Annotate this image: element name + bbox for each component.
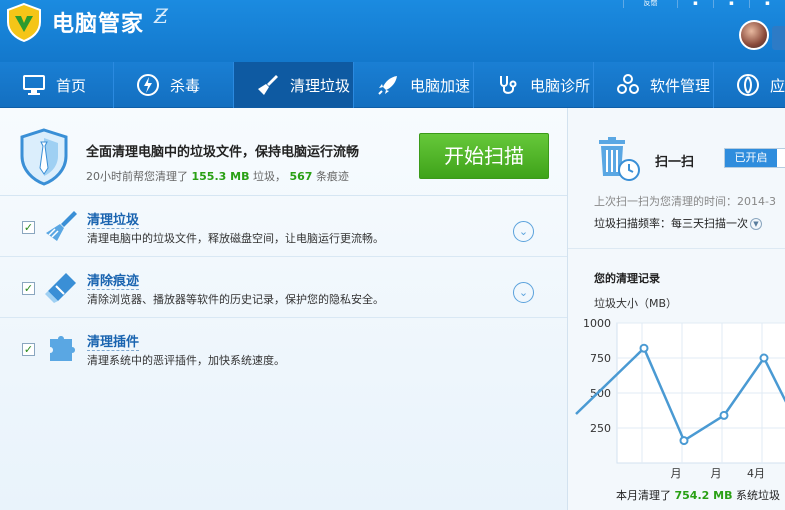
clean-banner: 全面清理电脑中的垃圾文件，保持电脑运行流畅 20小时前帮您清理了 155.3 M… — [0, 108, 567, 196]
x-tick-label: 月 — [671, 467, 682, 480]
month-prefix: 本月清理了 — [616, 489, 671, 502]
broom-icon — [46, 211, 77, 241]
summary-suffix: 条痕迹 — [315, 170, 349, 183]
monitor-icon — [22, 73, 46, 97]
divider — [568, 248, 785, 249]
summary-mid: 垃圾， — [252, 170, 286, 183]
month-summary: 本月清理了 754.2 MB 系统垃圾 — [616, 487, 780, 503]
row-title[interactable]: 清理垃圾 — [87, 209, 140, 229]
list-item: ✓ 清理垃圾 清理电脑中的垃圾文件，释放磁盘空间，让电脑运行更流畅。 ⌄ — [0, 197, 567, 257]
tab-label: 首页 — [56, 76, 87, 95]
chevron-down-icon[interactable]: ⌄ — [513, 221, 534, 242]
tab-label: 电脑诊所 — [530, 76, 591, 95]
antivirus-icon — [136, 73, 160, 97]
tab-home[interactable]: 首页 — [0, 62, 114, 108]
trash-clock-icon — [599, 137, 640, 181]
chevron-down-icon[interactable]: ▼ — [750, 218, 762, 230]
window-controls: 反馈 ▪ ▪ ▪ — [623, 0, 785, 8]
app-signature: Ƶ — [154, 4, 168, 28]
shield-logo-icon — [7, 2, 41, 42]
last-scan-time: 上次扫一扫为您清理的时间：2014-3 — [594, 195, 776, 208]
month-size: 754.2 MB — [674, 489, 733, 502]
app-icon — [736, 73, 760, 97]
tab-label: 清理垃圾 — [290, 76, 351, 95]
tab-label: 应 — [770, 76, 785, 95]
toggle-on-label: 已开启 — [725, 149, 777, 167]
shield-tie-icon — [20, 128, 68, 186]
account-tab[interactable] — [772, 26, 785, 50]
cleaned-size: 155.3 MB — [191, 170, 250, 183]
row-desc: 清理电脑中的垃圾文件，释放磁盘空间，让电脑运行更流畅。 — [87, 232, 384, 245]
main-nav: 首页 杀毒 清理垃圾 电脑加速 电脑诊所 软件管理 应 — [0, 62, 785, 108]
data-point — [759, 353, 769, 363]
minimize-button[interactable]: ▪ — [713, 0, 749, 8]
scan-side-panel: 扫一扫 已开启 上次扫一扫为您清理的时间：2014-3 垃圾扫描频率：每三天扫描… — [567, 108, 785, 510]
data-point — [679, 436, 689, 446]
quick-scan-label: 扫一扫 — [655, 155, 695, 170]
data-point — [639, 343, 649, 353]
data-point — [719, 410, 729, 420]
list-item: ✓ 清理插件 清理系统中的恶评插件，加快系统速度。 — [0, 319, 567, 379]
quick-scan-toggle[interactable]: 已开启 — [724, 148, 785, 168]
banner-summary: 20小时前帮您清理了 155.3 MB 垃圾， 567 条痕迹 — [86, 168, 349, 184]
row-title[interactable]: 清除痕迹 — [87, 270, 140, 290]
chevron-down-icon[interactable]: ⌄ — [513, 282, 534, 303]
close-button[interactable]: ▪ — [749, 0, 785, 8]
clean-plugins-checkbox[interactable]: ✓ — [22, 343, 35, 356]
avatar[interactable] — [739, 20, 769, 50]
banner-title: 全面清理电脑中的垃圾文件，保持电脑运行流畅 — [86, 145, 360, 160]
traces-count: 567 — [289, 170, 313, 183]
tab-label: 电脑加速 — [410, 76, 471, 95]
tab-label: 软件管理 — [650, 76, 711, 95]
summary-prefix: 20小时前帮您清理了 — [86, 170, 188, 183]
tab-label: 杀毒 — [170, 76, 201, 95]
row-desc: 清理系统中的恶评插件，加快系统速度。 — [87, 354, 285, 367]
tab-clinic[interactable]: 电脑诊所 — [474, 62, 594, 108]
puzzle-icon — [50, 336, 75, 361]
list-item: ✓ 清除痕迹 清除浏览器、播放器等软件的历史记录，保护您的隐私安全。 ⌄ — [0, 258, 567, 318]
stethoscope-icon — [496, 73, 520, 97]
software-icon — [616, 73, 640, 97]
eraser-icon — [45, 273, 76, 303]
start-scan-button[interactable]: 开始扫描 — [419, 133, 549, 179]
rocket-icon — [376, 73, 400, 97]
tab-software[interactable]: 软件管理 — [594, 62, 714, 108]
clean-history-chart: 1000750500250月月4月5月 — [575, 317, 785, 480]
feedback-button[interactable]: 反馈 — [623, 0, 677, 8]
y-tick-label: 750 — [590, 352, 611, 365]
scan-frequency: 垃圾扫描频率：每三天扫描一次 ▼ — [594, 215, 762, 231]
x-tick-label: 4月 — [747, 467, 765, 480]
record-title: 您的清理记录 — [594, 272, 660, 285]
y-tick-label: 250 — [590, 422, 611, 435]
tab-antivirus[interactable]: 杀毒 — [114, 62, 234, 108]
frequency-value[interactable]: 每三天扫描一次 — [671, 217, 748, 230]
tab-apps[interactable]: 应 — [714, 62, 785, 108]
tab-speedup[interactable]: 电脑加速 — [354, 62, 474, 108]
broom-icon — [256, 73, 280, 97]
row-title[interactable]: 清理插件 — [87, 331, 140, 351]
y-axis-label: 垃圾大小（MB） — [594, 297, 678, 310]
frequency-label: 垃圾扫描频率： — [594, 217, 671, 230]
y-tick-label: 1000 — [583, 317, 611, 330]
clean-junk-checkbox[interactable]: ✓ — [22, 221, 35, 234]
tab-clean-junk[interactable]: 清理垃圾 — [234, 62, 354, 108]
title-bar: 电脑管家 Ƶ 反馈 ▪ ▪ ▪ — [0, 0, 785, 62]
x-tick-label: 月 — [711, 467, 722, 480]
row-desc: 清除浏览器、播放器等软件的历史记录，保护您的隐私安全。 — [87, 293, 384, 306]
clean-main-panel: 全面清理电脑中的垃圾文件，保持电脑运行流畅 20小时前帮您清理了 155.3 M… — [0, 108, 567, 510]
app-title: 电脑管家 — [52, 12, 145, 37]
clear-traces-checkbox[interactable]: ✓ — [22, 282, 35, 295]
month-suffix: 系统垃圾 — [735, 489, 780, 502]
menu-button[interactable]: ▪ — [677, 0, 713, 8]
